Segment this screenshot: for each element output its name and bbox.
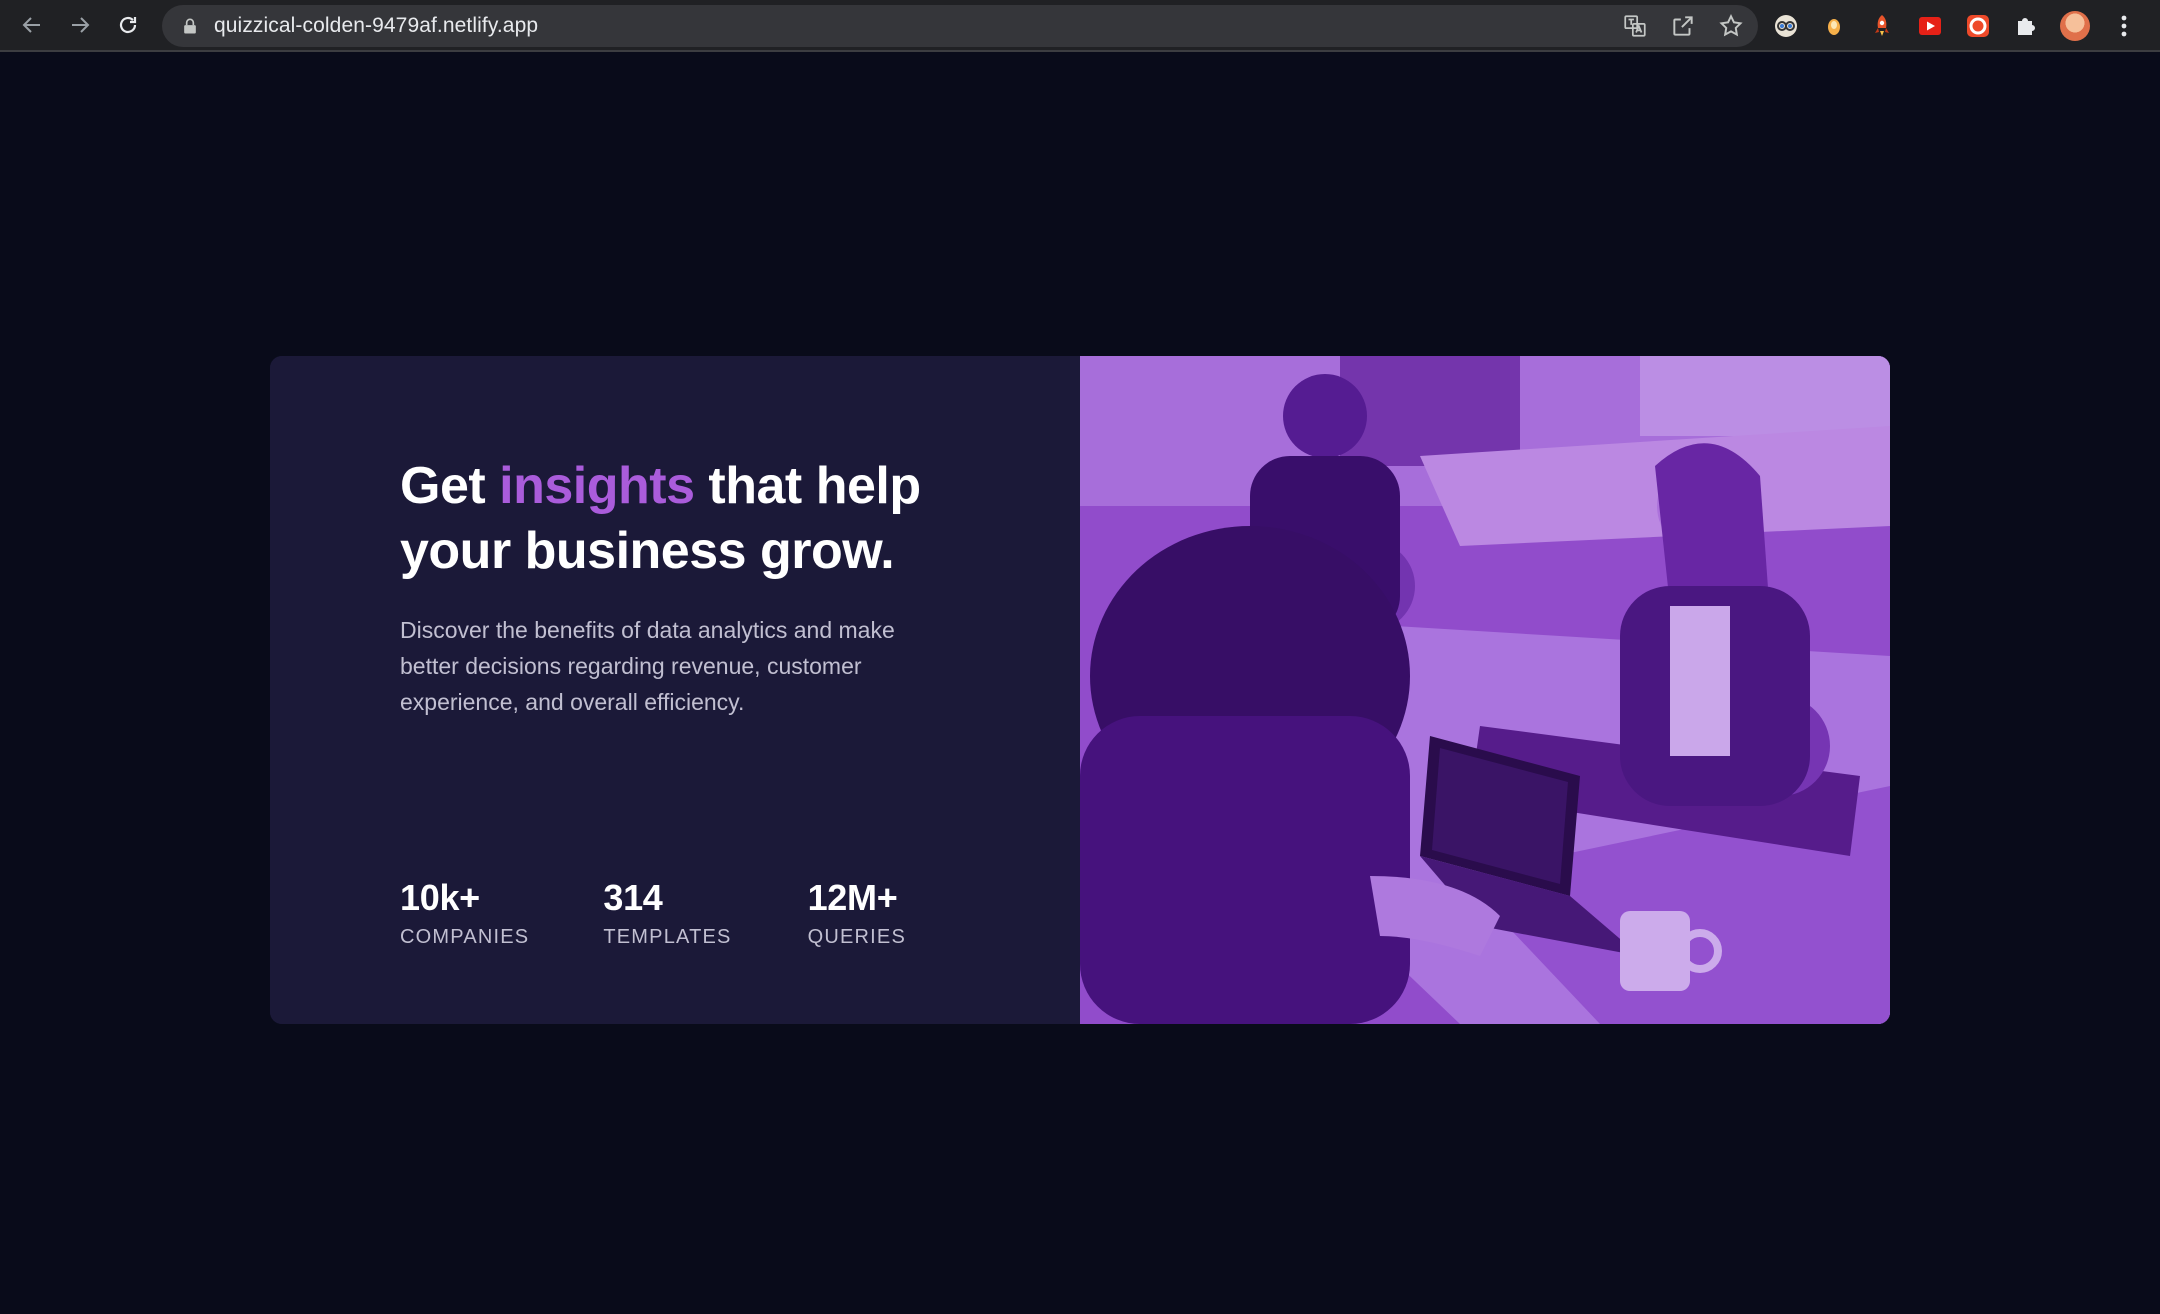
rocket-extension-icon[interactable] xyxy=(1868,12,1896,40)
card-content: Get insights that help your business gro… xyxy=(270,356,1080,1024)
description: Discover the benefits of data analytics … xyxy=(400,617,895,715)
headline-accent: insights xyxy=(499,457,695,515)
arrow-right-icon xyxy=(72,17,90,33)
candle-extension-icon[interactable] xyxy=(1820,12,1848,40)
browser-toolbar: quizzical-colden-9479af.netlify.app xyxy=(0,0,2160,52)
stat-label: COMPANIES xyxy=(400,926,530,948)
star-icon[interactable] xyxy=(1718,13,1744,39)
header-image xyxy=(1080,356,1890,1024)
puzzle-icon[interactable] xyxy=(2012,12,2040,40)
headline: Get insights that help your business gro… xyxy=(400,454,960,584)
lock-icon xyxy=(184,18,196,34)
stat-value: 314 xyxy=(603,877,663,918)
stat-label: QUERIES xyxy=(807,926,906,948)
stat-label: TEMPLATES xyxy=(603,926,732,948)
youtube-extension-icon[interactable] xyxy=(1916,12,1944,40)
stat-value: 10k+ xyxy=(400,877,480,918)
address-bar[interactable]: quizzical-colden-9479af.netlify.app xyxy=(162,5,1758,47)
back-button[interactable] xyxy=(8,1,56,49)
arrow-left-icon xyxy=(22,17,40,33)
stat-value: 12M+ xyxy=(807,877,898,918)
reload-button[interactable] xyxy=(104,1,152,49)
kebab-menu-icon[interactable] xyxy=(2110,12,2138,40)
stat-queries: 12M+ QUERIES xyxy=(808,876,906,949)
stats-row: 10k+ COMPANIES 314 TEMPLATES 12M+ QUERIE… xyxy=(400,876,980,949)
translate-icon[interactable] xyxy=(1622,13,1648,39)
headline-text-start: Get xyxy=(400,457,500,515)
stat-templates: 314 TEMPLATES xyxy=(603,876,731,949)
profile-avatar[interactable] xyxy=(2060,11,2090,41)
reload-icon xyxy=(119,16,137,34)
share-icon[interactable] xyxy=(1670,13,1696,39)
image-tint-overlay xyxy=(1080,356,1890,1024)
lifebuoy-extension-icon[interactable] xyxy=(1964,12,1992,40)
glasses-extension-icon[interactable] xyxy=(1772,12,1800,40)
url-text: quizzical-colden-9479af.netlify.app xyxy=(214,14,539,37)
forward-button[interactable] xyxy=(56,1,104,49)
stat-companies: 10k+ COMPANIES xyxy=(400,876,529,949)
stats-preview-card: Get insights that help your business gro… xyxy=(270,356,1890,1024)
